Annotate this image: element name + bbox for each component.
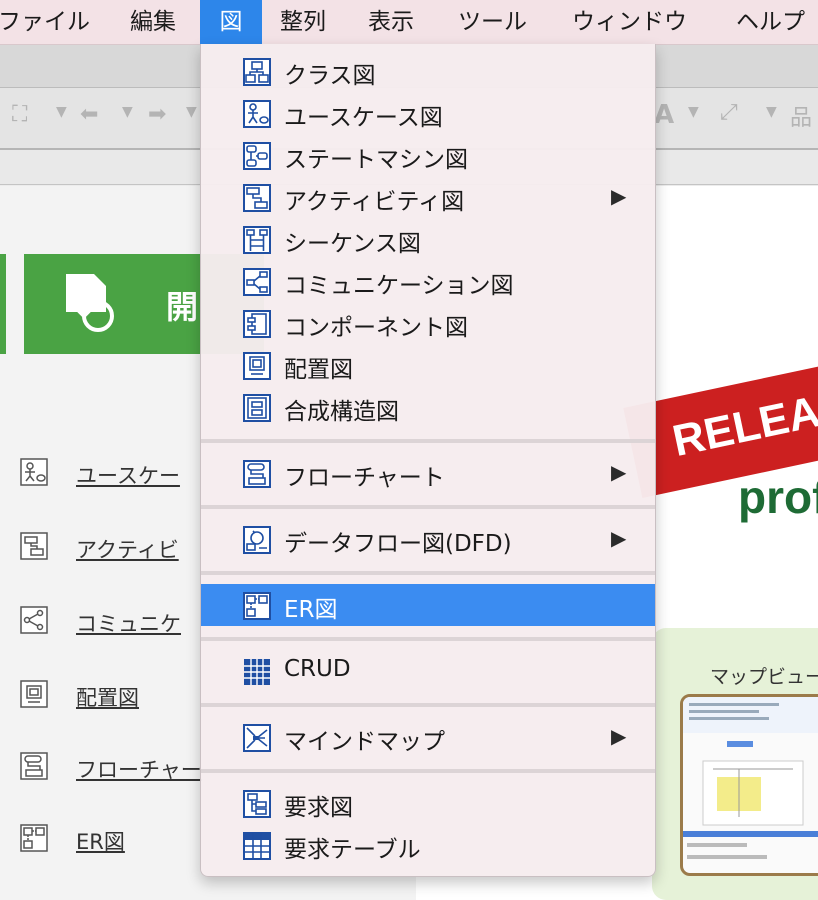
menu-edit[interactable]: 編集	[130, 0, 190, 44]
menu-item-deployment-diagram[interactable]: 配置図	[201, 344, 655, 386]
menu-item-crud[interactable]: CRUD	[201, 650, 655, 692]
new-project-button-edge[interactable]	[0, 254, 6, 354]
map-view-title: マップビュー	[710, 666, 818, 688]
requirement-diagram-icon	[243, 790, 271, 818]
menu-item-label: アクティビティ図	[284, 189, 465, 215]
menu-item-composite-structure[interactable]: 合成構造図	[201, 386, 655, 428]
menu-item-requirement-diagram[interactable]: 要求図	[201, 782, 655, 824]
menu-item-er-diagram[interactable]: ER図	[201, 584, 655, 626]
submenu-arrow-icon: ▶	[611, 526, 627, 550]
line-style-icon[interactable]: ⤢	[720, 100, 738, 125]
menu-item-label: マインドマップ	[284, 729, 445, 755]
menu-item-label: コミュニケーション図	[284, 273, 514, 299]
menu-item-label: CRUD	[284, 656, 351, 682]
menu-item-label: 要求テーブル	[284, 837, 421, 863]
composite-structure-icon	[243, 394, 271, 422]
menu-item-communication-diagram[interactable]: コミュニケーション図	[201, 260, 655, 302]
menu-item-label: コンポーネント図	[284, 315, 468, 341]
chevron-down-icon[interactable]: ▼	[122, 104, 133, 120]
menu-separator	[201, 637, 655, 641]
deployment-diagram-icon	[20, 680, 48, 708]
communication-diagram-icon	[243, 268, 271, 296]
menu-separator	[201, 703, 655, 707]
mindmap-icon	[243, 724, 271, 752]
menu-item-sequence-diagram[interactable]: シーケンス図	[201, 218, 655, 260]
diagram-menu-dropdown: クラス図 ユースケース図 ステートマシン図 アクティビティ図 ▶ シーケンス図 …	[200, 44, 656, 877]
menu-align[interactable]: 整列	[280, 0, 340, 44]
menu-item-label: シーケンス図	[284, 231, 421, 257]
layout-tree-icon[interactable]: 品	[790, 100, 812, 132]
menu-item-dfd[interactable]: データフロー図(DFD) ▶	[201, 518, 655, 560]
menu-item-flowchart[interactable]: フローチャート ▶	[201, 452, 655, 494]
submenu-arrow-icon: ▶	[611, 184, 627, 208]
crud-icon	[244, 659, 270, 685]
menu-separator	[201, 571, 655, 575]
menu-item-label: ER図	[284, 597, 338, 623]
er-diagram-icon	[243, 592, 271, 620]
professional-text: prof	[738, 471, 818, 523]
open-button-label: 開	[166, 288, 199, 326]
menu-item-label: フローチャート	[284, 465, 445, 491]
chevron-down-icon[interactable]: ▼	[766, 104, 777, 120]
menu-tool[interactable]: ツール	[458, 0, 538, 44]
menu-item-label: 配置図	[284, 357, 353, 383]
component-diagram-icon	[243, 310, 271, 338]
menu-item-activity-diagram[interactable]: アクティビティ図 ▶	[201, 176, 655, 218]
menu-item-label: クラス図	[284, 63, 376, 89]
menu-item-usecase-diagram[interactable]: ユースケース図	[201, 92, 655, 134]
menu-item-statemachine-diagram[interactable]: ステートマシン図	[201, 134, 655, 176]
class-diagram-icon	[243, 58, 271, 86]
submenu-arrow-icon: ▶	[611, 724, 627, 748]
communication-diagram-icon	[20, 606, 48, 634]
left-item-label[interactable]: ユースケー	[76, 460, 180, 490]
menu-file[interactable]: ファイル	[0, 0, 98, 44]
menu-item-component-diagram[interactable]: コンポーネント図	[201, 302, 655, 344]
left-item-label[interactable]: 配置図	[76, 682, 139, 712]
left-item-label[interactable]: フローチャー	[76, 754, 202, 784]
statemachine-diagram-icon	[243, 142, 271, 170]
dfd-icon	[243, 526, 271, 554]
flowchart-icon	[20, 752, 48, 780]
back-arrow-icon[interactable]: ⬅	[80, 102, 98, 127]
menu-item-label: 合成構造図	[284, 399, 399, 425]
menu-separator	[201, 505, 655, 509]
forward-arrow-icon[interactable]: ➡	[148, 102, 166, 127]
deployment-diagram-icon	[243, 352, 271, 380]
open-file-icon	[66, 274, 114, 332]
menu-item-label: ユースケース図	[284, 105, 443, 131]
chevron-down-icon[interactable]: ▼	[56, 104, 67, 120]
left-item-label[interactable]: ER図	[76, 826, 125, 856]
activity-diagram-icon	[243, 184, 271, 212]
menu-item-label: ステートマシン図	[284, 147, 468, 173]
activity-diagram-icon	[20, 532, 48, 560]
menu-window[interactable]: ウィンドウ	[572, 0, 702, 44]
usecase-diagram-icon	[20, 458, 48, 486]
chevron-down-icon[interactable]: ▼	[688, 104, 699, 120]
menu-item-class-diagram[interactable]: クラス図	[201, 50, 655, 92]
menu-item-requirement-table[interactable]: 要求テーブル	[201, 824, 655, 866]
usecase-diagram-icon	[243, 100, 271, 128]
flowchart-icon	[243, 460, 271, 488]
left-item-label[interactable]: アクティビ	[76, 534, 179, 564]
menu-item-label: 要求図	[284, 795, 353, 821]
fit-view-icon[interactable]: ⛶	[12, 102, 27, 127]
menu-diagram[interactable]: 図	[200, 0, 262, 44]
menu-help[interactable]: ヘルプ	[736, 0, 818, 44]
menu-item-mindmap[interactable]: マインドマップ ▶	[201, 716, 655, 758]
menu-separator	[201, 769, 655, 773]
menu-bar: ファイル 編集 図 整列 表示 ツール ウィンドウ ヘルプ	[0, 0, 818, 45]
chevron-down-icon[interactable]: ▼	[186, 104, 197, 120]
menu-separator	[201, 439, 655, 443]
left-item-label[interactable]: コミュニケ	[76, 608, 181, 638]
submenu-arrow-icon: ▶	[611, 460, 627, 484]
font-color-icon[interactable]: A	[654, 100, 674, 130]
menu-view[interactable]: 表示	[368, 0, 428, 44]
map-view-screenshot	[680, 694, 818, 876]
menu-item-label: データフロー図(DFD)	[284, 531, 512, 557]
sequence-diagram-icon	[243, 226, 271, 254]
er-diagram-icon	[20, 824, 48, 852]
requirement-table-icon	[243, 832, 271, 860]
